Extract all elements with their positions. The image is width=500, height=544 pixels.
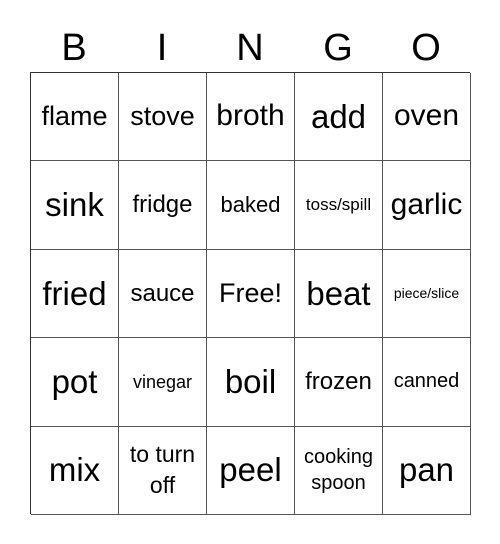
free-space-cell[interactable]: Free! xyxy=(207,249,295,339)
bingo-cell[interactable]: vinegar xyxy=(119,338,207,427)
header-letter-g: G xyxy=(323,27,353,69)
header-letter-b: B xyxy=(61,27,87,69)
bingo-cell[interactable]: mix xyxy=(31,426,119,515)
bingo-cell[interactable]: broth xyxy=(207,73,295,162)
bingo-cell[interactable]: to turn off xyxy=(119,426,207,515)
bingo-cell[interactable]: peel xyxy=(207,426,295,515)
bingo-cell[interactable]: pot xyxy=(31,338,119,427)
bingo-cell[interactable]: boil xyxy=(207,338,295,427)
bingo-header: B I N G O xyxy=(30,26,470,70)
bingo-cell[interactable]: frozen xyxy=(295,338,383,427)
header-letter-i: I xyxy=(156,27,168,69)
bingo-cell[interactable]: oven xyxy=(383,73,471,162)
header-letter-n: N xyxy=(236,27,264,69)
bingo-cell[interactable]: canned xyxy=(383,338,471,427)
bingo-cell[interactable]: stove xyxy=(119,73,207,162)
bingo-cell[interactable]: flame xyxy=(31,73,119,162)
bingo-cell[interactable]: beat xyxy=(295,249,383,339)
bingo-cell[interactable]: fridge xyxy=(119,161,207,250)
bingo-cell[interactable]: pan xyxy=(383,426,471,515)
bingo-cell[interactable]: sink xyxy=(31,161,119,250)
bingo-cell[interactable]: garlic xyxy=(383,161,471,250)
bingo-grid: flame stove broth add oven sink fridge b… xyxy=(30,72,471,515)
bingo-cell[interactable]: fried xyxy=(31,249,119,339)
bingo-cell[interactable]: add xyxy=(295,73,383,162)
bingo-cell[interactable]: sauce xyxy=(119,249,207,339)
bingo-cell[interactable]: toss/spill xyxy=(295,161,383,250)
bingo-cell[interactable]: baked xyxy=(207,161,295,250)
bingo-cell[interactable]: cooking spoon xyxy=(295,426,383,515)
bingo-cell[interactable]: piece/slice xyxy=(383,249,471,339)
header-letter-o: O xyxy=(411,27,441,69)
